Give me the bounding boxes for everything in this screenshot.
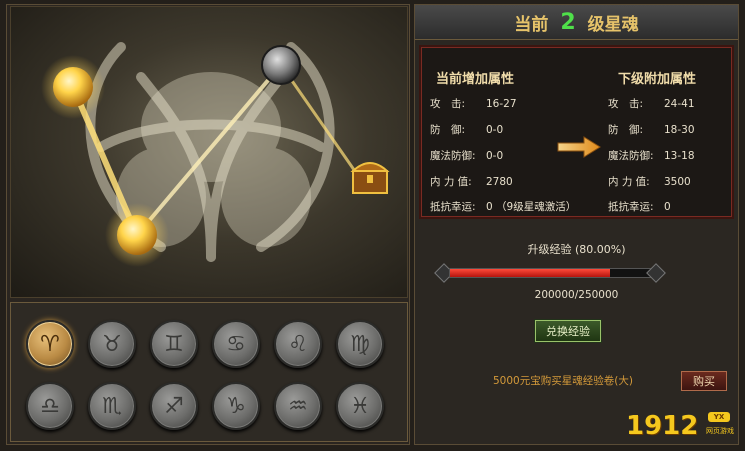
- buy-button[interactable]: 购买: [681, 371, 727, 391]
- game-window: ♈ ♉ ♊ ♋ ♌ ♍ ♎ ♏ ♐ ♑ ♒ ♓ 当前 2 级星魂 当前增加属性 下级附加属性 攻 击:…: [0, 0, 745, 451]
- exp-value-text: 200000/250000: [534, 289, 619, 301]
- current-attr-row: 内 力 值: 2780: [430, 176, 513, 188]
- pisces-icon[interactable]: ♓: [336, 382, 384, 430]
- star-soul-info-panel: 当前 2 级星魂 当前增加属性 下级附加属性 攻 击: 16-27 防 御: 0-0…: [414, 4, 739, 445]
- leo-icon[interactable]: ♌: [274, 320, 322, 368]
- scorpio-icon[interactable]: ♏: [88, 382, 136, 430]
- exchange-exp-button[interactable]: 兑换经验: [535, 320, 601, 342]
- exp-bar-track: [449, 268, 651, 278]
- site-logo: 1912: [626, 411, 699, 441]
- current-attr-row: 抵抗幸运: 0 （9级星魂激活）: [430, 201, 577, 213]
- next-attr-row: 抵抗幸运: 0: [608, 201, 671, 213]
- current-attr-row: 魔法防御: 0-0: [430, 150, 504, 162]
- next-attr-row: 内 力 值: 3500: [608, 176, 691, 188]
- aries-glyph: ♈: [40, 331, 60, 357]
- capricorn-icon[interactable]: ♑: [212, 382, 260, 430]
- upgrade-exp-label: 升级经验 (80.00%): [527, 243, 626, 256]
- virgo-glyph: ♍: [350, 331, 370, 357]
- libra-glyph: ♎: [40, 393, 60, 419]
- upgrade-arrow-icon: [557, 136, 601, 158]
- attribute-comparison: 当前增加属性 下级附加属性 攻 击: 16-27 防 御: 0-0 魔法防御: 0-0…: [421, 47, 732, 217]
- cancer-glyph: ♋: [226, 331, 246, 357]
- cancer-icon[interactable]: ♋: [212, 320, 260, 368]
- current-attrs-title: 当前增加属性: [436, 72, 515, 87]
- current-attr-row: 防 御: 0-0: [430, 124, 504, 136]
- sagittarius-glyph: ♐: [164, 393, 184, 419]
- exp-bar-fill: [450, 269, 610, 277]
- taurus-icon[interactable]: ♉: [88, 320, 136, 368]
- star-node-inactive: [261, 45, 301, 85]
- next-attr-row: 魔法防御: 13-18: [608, 150, 695, 162]
- exp-progress-bar: [434, 263, 666, 283]
- current-attr-row: 攻 击: 16-27: [430, 98, 517, 110]
- libra-icon[interactable]: ♎: [26, 382, 74, 430]
- pisces-glyph: ♓: [350, 393, 370, 419]
- next-attrs-title: 下级附加属性: [618, 72, 697, 87]
- sagittarius-icon[interactable]: ♐: [150, 382, 198, 430]
- leo-glyph: ♌: [288, 331, 308, 357]
- next-attr-row: 攻 击: 24-41: [608, 98, 695, 110]
- capricorn-glyph: ♑: [226, 393, 246, 419]
- aquarius-icon[interactable]: ♒: [274, 382, 322, 430]
- aries-icon[interactable]: ♈: [26, 320, 74, 368]
- star-node-active: [117, 215, 157, 255]
- constellation-graphic: [41, 42, 390, 267]
- next-attr-row: 防 御: 18-30: [608, 124, 695, 136]
- bar-right-cap: [646, 263, 666, 283]
- star-node-active: [53, 67, 93, 107]
- scorpio-glyph: ♏: [102, 393, 122, 419]
- gemini-icon[interactable]: ♊: [150, 320, 198, 368]
- gemini-glyph: ♊: [164, 331, 184, 357]
- taurus-glyph: ♉: [102, 331, 122, 357]
- site-logo-badge: YX 网页游戏: [706, 412, 734, 435]
- buy-exp-scroll-text: 5000元宝购买星魂经验卷(大): [493, 375, 633, 387]
- level-title-bar: 当前 2 级星魂: [415, 5, 738, 40]
- star-soul-level: 2: [560, 9, 576, 35]
- constellation-scene: [10, 6, 408, 298]
- title-prefix: 当前: [514, 14, 549, 35]
- treasure-chest-icon: [350, 162, 390, 194]
- virgo-icon[interactable]: ♍: [336, 320, 384, 368]
- title-suffix: 级星魂: [587, 14, 639, 35]
- aquarius-glyph: ♒: [288, 393, 308, 419]
